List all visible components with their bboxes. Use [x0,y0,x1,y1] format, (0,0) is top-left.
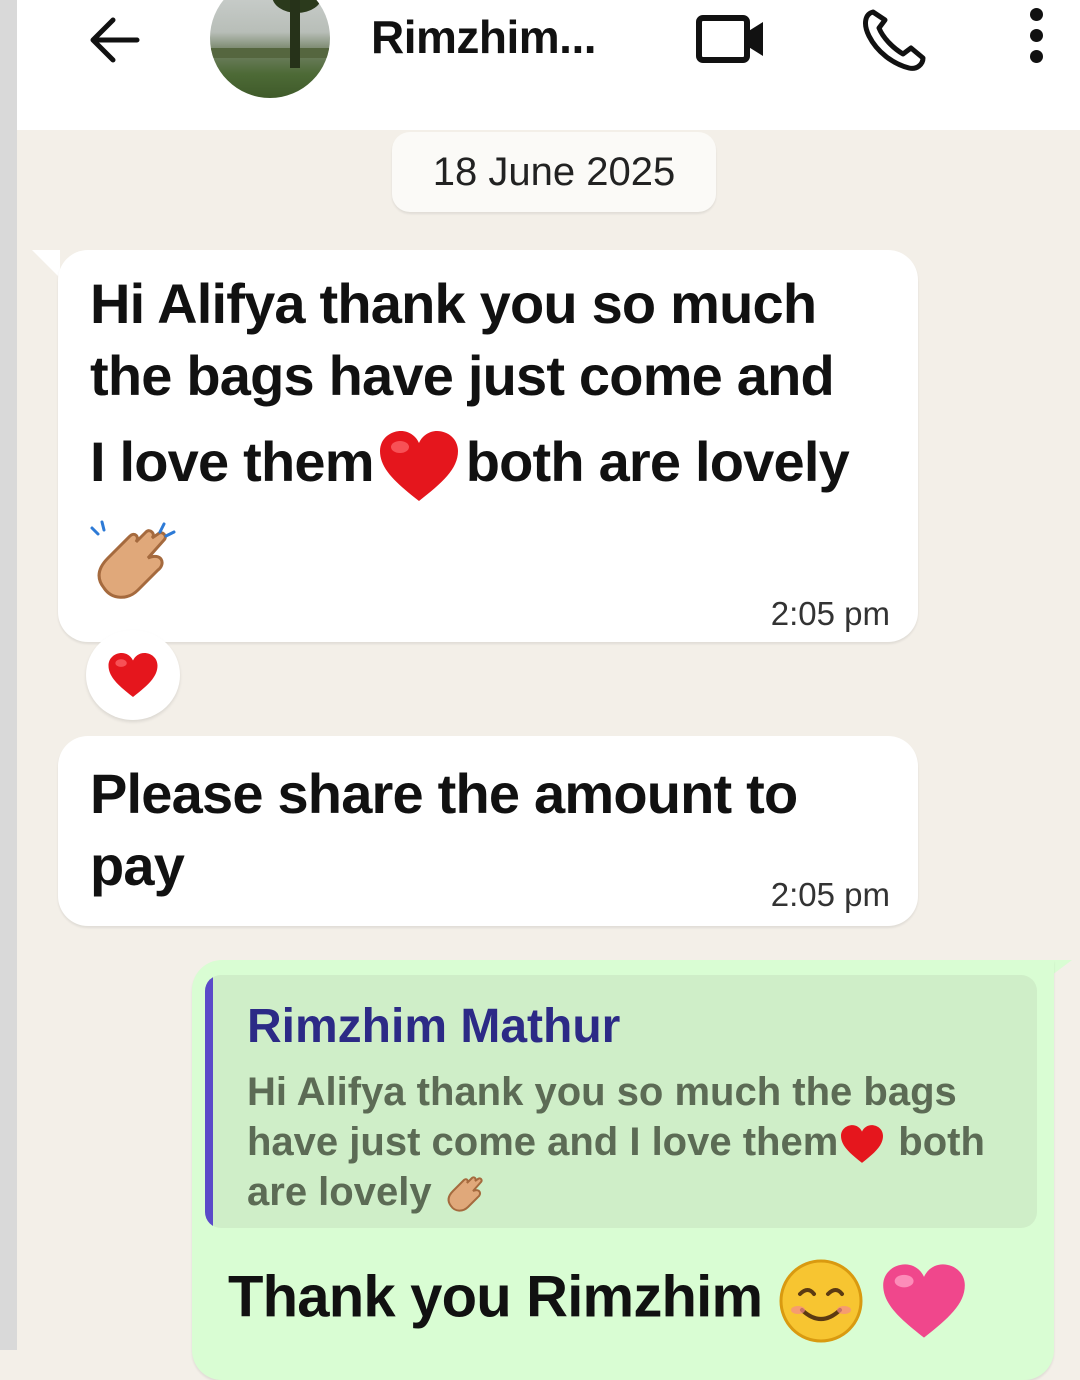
red-heart-icon [108,653,158,697]
quote-bar [205,975,213,1228]
smiling-face-icon [779,1259,863,1343]
quote-author: Rimzhim Mathur [247,1000,621,1053]
quote-line: both [898,1120,985,1164]
message-line: both are lovely [465,430,850,493]
message-text: Hi Alifya thank you so much the bags hav… [90,268,850,505]
incoming-message-bubble[interactable]: Hi Alifya thank you so much the bags hav… [58,250,918,642]
red-heart-icon [841,1125,884,1164]
quote-line: have just come and I love them [247,1120,839,1164]
message-time: 2:05 pm [770,876,890,913]
quoted-message[interactable]: Rimzhim Mathur Hi Alifya thank you so mu… [205,975,1037,1228]
pink-heart-icon [883,1264,965,1338]
heart-reaction[interactable] [86,630,180,720]
message-line: Hi Alifya thank you so much [90,272,817,335]
clapping-hands-icon [447,1176,483,1213]
message-line: I love them [90,430,375,493]
quote-line: are lovely [247,1170,432,1214]
message-line: Please share the amount to [90,762,798,825]
more-options-icon[interactable] [1023,8,1049,68]
quote-text: Hi Alifya thank you so much the bags hav… [247,1067,985,1217]
message-line: pay [90,834,185,897]
message-line: the bags have just come and [90,344,835,407]
outgoing-message-text: Thank you Rimzhim [228,1258,969,1344]
contact-name[interactable]: Rimzhim... [371,10,597,64]
chat-header: Rimzhim... [17,0,1080,130]
message-line: Thank you Rimzhim [228,1264,763,1330]
video-call-icon[interactable] [693,10,769,66]
screen-left-edge [0,0,17,1350]
red-heart-icon [379,431,458,502]
clapping-hands-icon [90,520,176,599]
incoming-message-bubble[interactable]: Please share the amount to pay 2:05 pm [58,736,918,926]
message-time: 2:05 pm [770,595,890,632]
message-text: Please share the amount to pay [90,758,798,902]
avatar[interactable] [210,0,330,98]
quote-line: Hi Alifya thank you so much the bags [247,1070,957,1114]
date-chip: 18 June 2025 [392,132,716,212]
phone-icon[interactable] [859,6,929,72]
incoming-bubble-tail [32,250,60,278]
back-arrow-icon[interactable] [85,12,149,68]
